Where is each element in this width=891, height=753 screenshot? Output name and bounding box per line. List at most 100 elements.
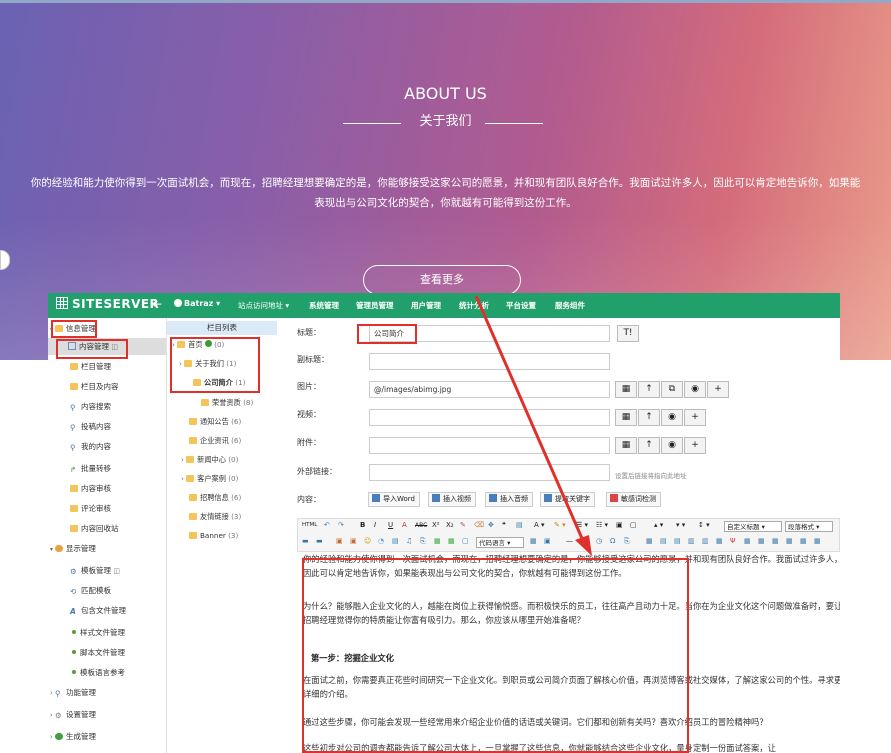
- merge-cells-icon[interactable]: ▦: [716, 537, 723, 545]
- insert-video-icon[interactable]: ▤: [392, 537, 399, 545]
- background-icon[interactable]: ▣: [544, 537, 551, 545]
- sidebar-item-submit[interactable]: ⚲ 投稿内容: [48, 418, 166, 435]
- select-all-icon[interactable]: ▣: [616, 521, 623, 529]
- import-word-button[interactable]: 导入Word: [368, 492, 420, 507]
- horizontal-rule-icon[interactable]: —: [566, 537, 573, 545]
- image-add-button[interactable]: +: [707, 381, 729, 398]
- nav-admins[interactable]: 管理员管理: [356, 300, 394, 311]
- paragraph-select[interactable]: 段落格式 ▾: [785, 521, 833, 532]
- image-crop-button[interactable]: ⧉: [661, 381, 683, 398]
- tree-item-news-center[interactable]: › 新闻中心 (0): [181, 453, 238, 466]
- nav-platform[interactable]: 平台设置: [506, 300, 536, 311]
- view-more-button[interactable]: 查看更多: [363, 265, 521, 295]
- auto-format-icon[interactable]: ✥: [488, 521, 494, 529]
- tree-item-notices[interactable]: 通知公告 (6): [189, 415, 241, 428]
- video-preview-button[interactable]: ◉: [661, 409, 683, 426]
- nav-users[interactable]: 用户管理: [411, 300, 441, 311]
- blockquote-icon[interactable]: ❝: [502, 521, 506, 529]
- image-input[interactable]: @/images/abimg.jpg: [369, 381, 610, 398]
- font-color-icon[interactable]: A ▾: [534, 521, 545, 529]
- frame-icon[interactable]: ▢: [462, 537, 469, 545]
- image-preview-button[interactable]: ◉: [684, 381, 706, 398]
- sidebar-item-include[interactable]: A 包含文件管理: [48, 602, 166, 619]
- sidebar-item-comment-review[interactable]: 评论审核: [48, 500, 166, 517]
- italic-icon[interactable]: I: [374, 521, 376, 529]
- attach-input[interactable]: [369, 437, 610, 454]
- sidebar-group-settings[interactable]: › ⚙ 设置管理: [50, 706, 168, 723]
- insert-video-button[interactable]: 插入视频: [428, 492, 476, 507]
- preview-icon[interactable]: ▦: [814, 537, 821, 545]
- user-menu[interactable]: Batraz ▾: [174, 299, 220, 308]
- tree-item-jobs[interactable]: 招聘信息 (6): [189, 491, 241, 504]
- music-icon[interactable]: ♫: [406, 537, 412, 545]
- template-icon[interactable]: ▦: [530, 537, 537, 545]
- redo-icon[interactable]: ↷: [338, 521, 344, 529]
- font-border-icon[interactable]: A: [402, 521, 407, 529]
- link-input[interactable]: [369, 464, 610, 481]
- date-icon[interactable]: ▦: [582, 537, 589, 545]
- cell-props-icon[interactable]: ▦: [786, 537, 793, 545]
- tree-item-banner[interactable]: Banner (3): [189, 529, 238, 542]
- strikethrough-icon[interactable]: ABC: [415, 522, 427, 529]
- sidebar-item-lang[interactable]: 模板语言参考: [48, 664, 166, 681]
- sidebar-item-search[interactable]: ⚲ 内容搜索: [48, 398, 166, 415]
- sidebar-item-transfer[interactable]: ↱ 批量转移: [48, 460, 166, 477]
- multi-image-icon[interactable]: ▣: [350, 537, 357, 545]
- title-style-button[interactable]: T!: [617, 325, 639, 342]
- attachment-icon[interactable]: ⎘: [420, 537, 426, 546]
- table-props-icon[interactable]: ▦: [772, 537, 779, 545]
- direction-ltr-icon[interactable]: ▬: [302, 537, 309, 545]
- charts-icon[interactable]: ▦: [800, 537, 807, 545]
- undo-icon[interactable]: ↶: [324, 521, 330, 529]
- attach-upload-button[interactable]: ↑: [638, 437, 660, 454]
- image-icon[interactable]: ▣: [336, 537, 343, 545]
- clear-doc-icon[interactable]: ▢: [630, 521, 637, 529]
- attach-browse-button[interactable]: ▦: [615, 437, 637, 454]
- sidebar-item-templates[interactable]: ⚙ 模板管理 ◫: [48, 562, 166, 579]
- nav-services[interactable]: 服务组件: [555, 300, 585, 311]
- video-upload-button[interactable]: ↑: [638, 409, 660, 426]
- video-add-button[interactable]: +: [684, 409, 706, 426]
- sidebar-item-review[interactable]: 内容审核: [48, 480, 166, 497]
- split-col-icon[interactable]: ▦: [758, 537, 765, 545]
- video-browse-button[interactable]: ▦: [615, 409, 637, 426]
- delete-row-icon[interactable]: ▤: [674, 537, 681, 545]
- image-browse-button[interactable]: ▦: [615, 381, 637, 398]
- sidebar-group-display[interactable]: ▾ 显示管理: [50, 540, 168, 557]
- superscript-icon[interactable]: X²: [432, 521, 440, 529]
- sidebar-item-match[interactable]: ⟲ 匹配模板: [48, 582, 166, 599]
- line-height-icon[interactable]: ↕ ▾: [698, 521, 710, 529]
- bold-icon[interactable]: B: [360, 521, 365, 529]
- highlight-color-icon[interactable]: ✎ ▾: [554, 521, 566, 529]
- code-language-select[interactable]: 代码语言 ▾: [476, 537, 524, 548]
- split-row-icon[interactable]: ▦: [744, 537, 751, 545]
- nav-stats[interactable]: 统计分析: [459, 300, 489, 311]
- tree-item-cases[interactable]: › 客户案例 (0): [181, 472, 238, 485]
- sidebar-item-channel-content[interactable]: 栏目及内容: [48, 378, 166, 395]
- sidebar-item-channel[interactable]: 栏目管理: [48, 358, 166, 375]
- html-source-button[interactable]: HTML: [302, 522, 317, 528]
- sidebar-item-js[interactable]: 脚本文件管理: [48, 644, 166, 661]
- tree-item-honors[interactable]: 荣誉资质 (8): [201, 396, 253, 409]
- delete-col-icon[interactable]: ▥: [702, 537, 709, 545]
- unordered-list-icon[interactable]: ☷ ▾: [596, 521, 608, 529]
- tree-item-links[interactable]: 友情链接 (3): [189, 510, 241, 523]
- custom-title-select[interactable]: 自定义标题 ▾: [724, 521, 782, 532]
- map-icon[interactable]: ▦: [434, 537, 441, 545]
- emotion-icon[interactable]: ☺: [364, 537, 371, 545]
- row-spacing-bottom-icon[interactable]: ▾ ▾: [676, 521, 685, 529]
- attach-preview-button[interactable]: ◉: [661, 437, 683, 454]
- insert-col-icon[interactable]: ▥: [688, 537, 695, 545]
- ordered-list-icon[interactable]: ☰ ▾: [576, 521, 588, 529]
- tree-item-news-corp[interactable]: 企业资讯 (6): [189, 434, 241, 447]
- gmap-icon[interactable]: ▦: [448, 537, 455, 545]
- paste-text-icon[interactable]: ▤: [516, 521, 523, 529]
- sensitive-words-button[interactable]: 敏感词检测: [606, 492, 661, 507]
- sidebar-group-generate[interactable]: › 生成管理: [50, 728, 168, 745]
- direction-rtl-icon[interactable]: ▬: [316, 537, 323, 545]
- clear-format-icon[interactable]: ⌫: [474, 521, 484, 529]
- insert-audio-button[interactable]: 插入音频: [485, 492, 533, 507]
- format-match-icon[interactable]: ✎: [460, 521, 466, 529]
- insert-row-icon[interactable]: ▤: [660, 537, 667, 545]
- sidebar-group-function[interactable]: › ⚲ 功能管理: [50, 684, 168, 701]
